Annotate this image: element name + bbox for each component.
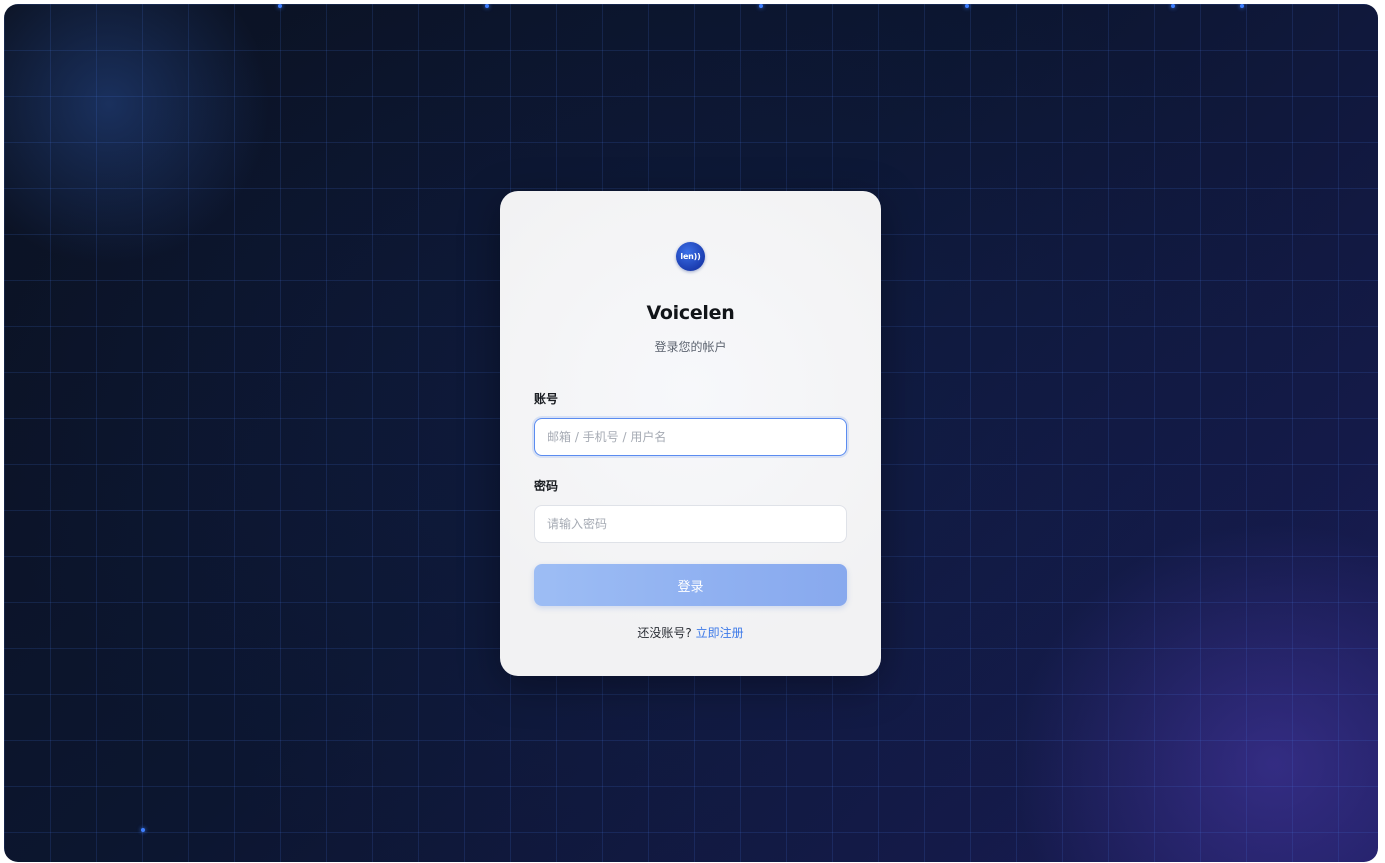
logo-text: len)) bbox=[680, 252, 701, 261]
app-window: len)) Voicelen 登录您的帐户 账号 密码 登录 还没账号? 立即注… bbox=[4, 4, 1378, 862]
decorative-dot bbox=[1171, 4, 1175, 8]
app-title: Voicelen bbox=[646, 302, 735, 324]
decorative-dot bbox=[1240, 4, 1244, 8]
register-link[interactable]: 立即注册 bbox=[696, 626, 744, 640]
account-label: 账号 bbox=[534, 392, 559, 406]
decorative-dot bbox=[485, 4, 489, 8]
register-prompt: 还没账号? bbox=[637, 626, 692, 640]
login-subtitle: 登录您的帐户 bbox=[654, 340, 727, 354]
login-card: len)) Voicelen 登录您的帐户 账号 密码 登录 还没账号? 立即注… bbox=[500, 191, 881, 676]
decorative-dot bbox=[278, 4, 282, 8]
password-input[interactable] bbox=[534, 505, 847, 543]
decorative-dot bbox=[965, 4, 969, 8]
decorative-dot bbox=[141, 828, 145, 832]
login-button[interactable]: 登录 bbox=[534, 564, 847, 606]
decorative-dot bbox=[759, 4, 763, 8]
app-logo: len)) bbox=[676, 242, 705, 271]
account-input[interactable] bbox=[534, 418, 847, 456]
password-label: 密码 bbox=[534, 479, 559, 493]
register-row: 还没账号? 立即注册 bbox=[500, 624, 881, 641]
